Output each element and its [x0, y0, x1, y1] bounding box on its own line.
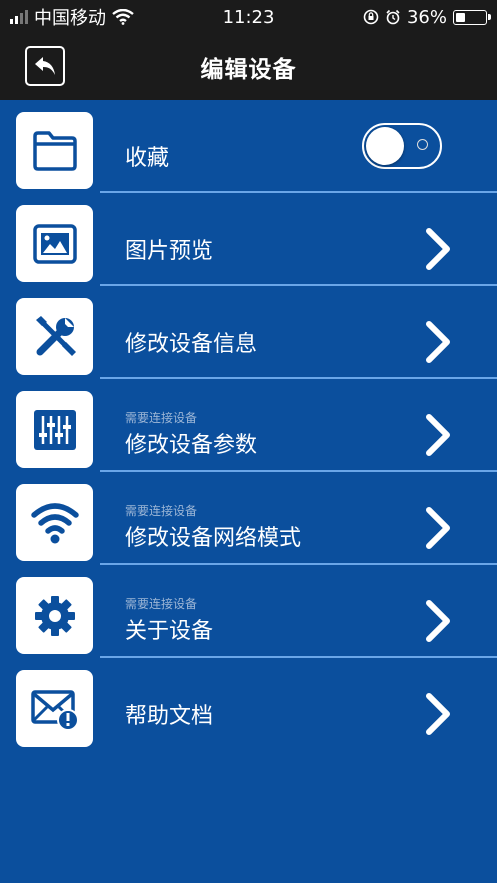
sliders-icon — [33, 409, 76, 450]
list-item-about-device[interactable]: 需要连接设备 关于设备 — [0, 565, 497, 658]
battery-icon — [453, 9, 491, 25]
icon-tile — [16, 205, 93, 282]
row-sublabel: 需要连接设备 — [125, 504, 198, 518]
row-label: 帮助文档 — [125, 704, 214, 729]
icon-tile — [16, 112, 93, 189]
list-item-favorite: 收藏 — [0, 100, 497, 193]
nav-bar: 编辑设备 — [0, 34, 497, 100]
icon-tile — [16, 298, 93, 375]
list-item-edit-device-params[interactable]: 需要连接设备 修改设备参数 — [0, 379, 497, 472]
list-item-edit-device-info[interactable]: 修改设备信息 — [0, 286, 497, 379]
row-sublabel: 需要连接设备 — [125, 597, 198, 611]
wifi-icon — [30, 502, 79, 543]
settings-list: 收藏 图片预览 修改设备信息 需要连接设备 修改设备参数 需要连接设备 修改设备… — [0, 100, 497, 751]
row-label: 收藏 — [125, 146, 170, 171]
chevron-right-icon — [426, 693, 450, 735]
row-label: 关于设备 — [125, 619, 214, 644]
battery-percent: 36% — [406, 6, 447, 28]
row-label: 修改设备参数 — [125, 433, 258, 458]
back-arrow-icon — [35, 57, 55, 75]
chevron-right-icon — [426, 507, 450, 549]
toggle-knob — [366, 127, 404, 165]
icon-tile — [16, 670, 93, 747]
row-label: 修改设备信息 — [125, 332, 258, 357]
folder-icon — [32, 130, 77, 171]
alarm-icon — [386, 9, 400, 25]
chevron-right-icon — [426, 321, 450, 363]
favorite-toggle[interactable] — [362, 123, 442, 169]
signal-icon — [10, 10, 28, 24]
status-right: 36% — [363, 6, 491, 28]
chevron-right-icon — [426, 228, 450, 270]
rotation-lock-icon — [363, 9, 379, 25]
status-bar: 中国移动 11:23 36% — [0, 0, 497, 34]
gear-icon — [34, 595, 75, 636]
toggle-off-indicator — [417, 139, 428, 150]
row-label: 修改设备网络模式 — [125, 526, 302, 551]
status-left: 中国移动 — [10, 4, 134, 30]
chevron-right-icon — [426, 414, 450, 456]
icon-tile — [16, 391, 93, 468]
row-sublabel: 需要连接设备 — [125, 411, 198, 425]
back-button[interactable] — [25, 46, 65, 86]
list-item-edit-network-mode[interactable]: 需要连接设备 修改设备网络模式 — [0, 472, 497, 565]
row-label: 图片预览 — [125, 239, 214, 264]
icon-tile — [16, 484, 93, 561]
list-item-help-docs[interactable]: 帮助文档 — [0, 658, 497, 751]
tools-icon — [35, 315, 76, 356]
carrier-label: 中国移动 — [34, 8, 106, 29]
chevron-right-icon — [426, 600, 450, 642]
icon-tile — [16, 577, 93, 654]
list-item-image-preview[interactable]: 图片预览 — [0, 193, 497, 286]
wifi-icon — [112, 9, 134, 25]
image-icon — [32, 223, 77, 264]
mail-alert-icon — [30, 689, 79, 731]
page-title: 编辑设备 — [200, 57, 297, 83]
